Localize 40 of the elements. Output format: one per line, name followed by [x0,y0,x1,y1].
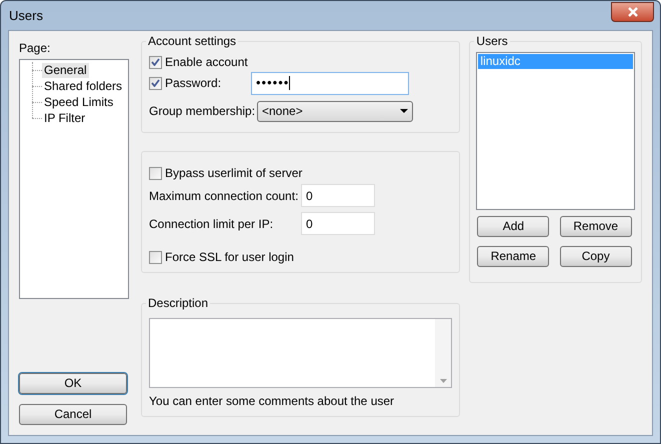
field-label: Maximum connection count: [149,188,300,204]
button[interactable]: Add [477,216,550,237]
checkbox-label: Enable account [165,54,248,71]
tree-item[interactable]: Speed Limits [42,94,116,110]
button[interactable]: Rename [477,246,550,267]
group-title: Account settings [146,34,238,49]
window-title: Users [9,6,43,25]
button[interactable]: Remove [560,216,632,237]
checkbox[interactable] [149,76,162,90]
checkmark-icon [151,79,160,87]
group-dropdown[interactable]: <none> [257,100,413,122]
tree-item[interactable]: IP Filter [42,110,88,126]
down-arrow-icon [440,379,447,383]
tree-item[interactable]: Shared folders [42,78,124,94]
checkbox[interactable] [149,166,162,180]
group-title: Description [146,296,210,311]
password-value: •••••• [256,74,290,92]
scrollbar[interactable] [435,319,452,387]
checkbox[interactable] [149,250,162,264]
description-hint: You can enter some comments about the user [149,394,396,409]
field-label: Group membership: [149,103,256,120]
caret-icon [400,109,408,113]
checkbox-label: Bypass userlimit of server [165,165,302,182]
button[interactable]: Copy [560,246,632,267]
tree-item[interactable]: General [42,62,89,78]
button[interactable]: Cancel [19,404,127,425]
button[interactable]: OK [19,373,127,394]
number-field[interactable]: 0 [301,212,375,235]
checkbox-label: Force SSL for user login [165,249,294,266]
close-button[interactable] [611,2,654,22]
checkbox[interactable] [149,56,162,68]
checkbox-label: Password: [165,75,222,92]
dropdown-value: <none> [262,103,303,120]
password-field[interactable]: •••••• [251,72,409,94]
close-icon [626,6,638,16]
page-label: Page: [19,41,52,56]
field-label: Connection limit per IP: [149,216,274,232]
number-field[interactable]: 0 [301,184,375,207]
checkmark-icon [151,58,160,66]
description-field[interactable] [149,318,452,388]
